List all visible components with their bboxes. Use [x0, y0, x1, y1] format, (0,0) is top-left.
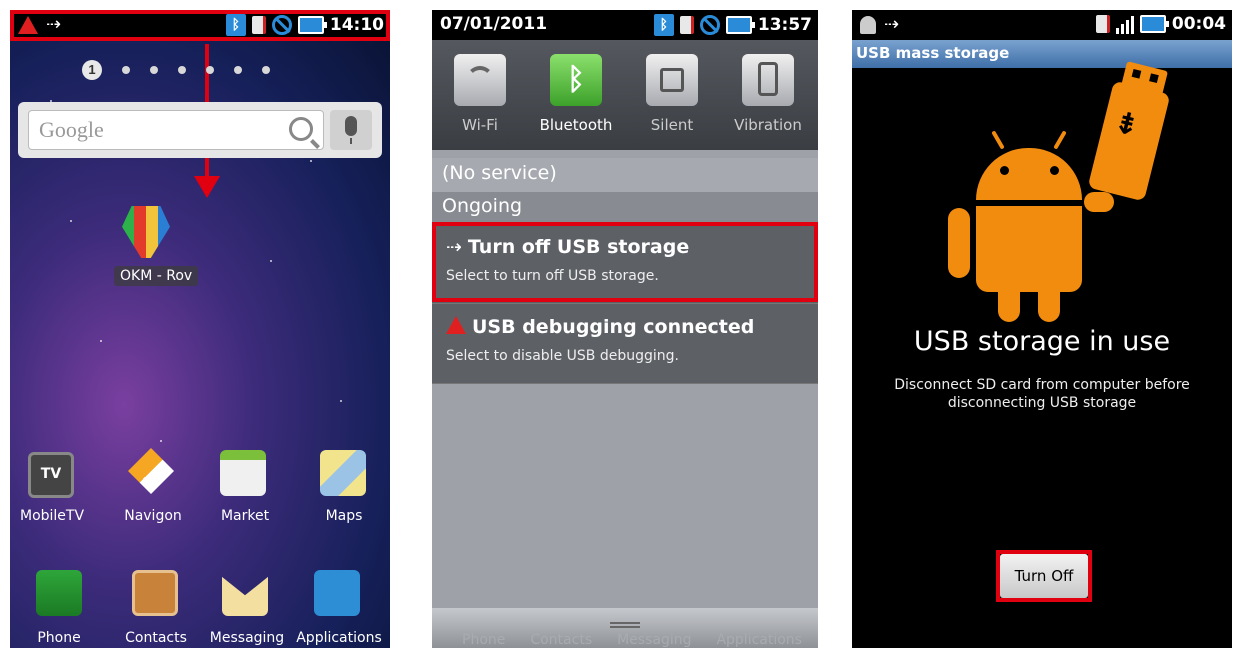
app-label-mobiletv[interactable]: MobileTV [20, 508, 84, 524]
battery-icon [297, 16, 327, 34]
market-icon[interactable] [220, 450, 266, 496]
shade-handle-bar[interactable]: Phone Contacts Messaging Applications [432, 608, 818, 648]
notification-title-text: Turn off USB storage [467, 236, 690, 258]
notification-title-text: USB debugging connected [472, 316, 755, 338]
drag-handle-icon[interactable] [610, 622, 640, 628]
status-time: 14:10 [329, 15, 384, 35]
search-placeholder: Google [39, 117, 104, 142]
notification-title: USB debugging connected [446, 316, 754, 338]
arrow-head-icon [194, 176, 220, 198]
quick-setting-wifi[interactable]: Wi-Fi [432, 54, 528, 144]
quick-setting-vibration[interactable]: Vibration [720, 54, 816, 144]
page-dot[interactable] [234, 66, 242, 74]
bluetooth-label: Bluetooth [539, 116, 613, 134]
page-title: USB mass storage [852, 40, 1232, 68]
carrier-status: (No service) [432, 158, 818, 192]
usb-icon: ⇢ [446, 236, 462, 258]
google-search-widget[interactable]: Google [18, 102, 382, 158]
microphone-icon [345, 116, 357, 144]
ghost-label-contacts: Contacts [530, 632, 593, 648]
ghost-label-applications: Applications [716, 632, 802, 648]
ongoing-header: Ongoing [432, 192, 818, 224]
turn-off-button[interactable]: Turn Off [1000, 554, 1088, 598]
notification-title: ⇢ Turn off USB storage [446, 236, 689, 258]
bluetooth-icon: ᛒ [225, 14, 246, 36]
usb-plug-icon: ⇟ [1087, 61, 1171, 202]
app-label-maps[interactable]: Maps [316, 508, 372, 524]
search-input[interactable]: Google [28, 110, 324, 150]
applications-icon[interactable] [314, 570, 360, 616]
wifi-toggle[interactable] [454, 54, 506, 106]
status-date: 07/01/2011 [440, 14, 548, 34]
notification-usb-storage[interactable]: ⇢ Turn off USB storage Select to turn off… [432, 224, 818, 304]
battery-icon [1139, 15, 1169, 33]
warning-icon [18, 16, 38, 34]
page-dot[interactable] [262, 66, 270, 74]
usb-storage-headline: USB storage in use [913, 326, 1171, 357]
page-indicator-active[interactable]: 1 [82, 60, 102, 80]
silent-label: Silent [650, 116, 694, 134]
page-dot[interactable] [122, 66, 130, 74]
usb-icon: ⇢ [46, 14, 62, 35]
app-label-messaging[interactable]: Messaging [206, 630, 288, 646]
notification-usb-debugging[interactable]: USB debugging connected Select to disabl… [432, 304, 818, 384]
app-label-contacts[interactable]: Contacts [118, 630, 194, 646]
android-robot-icon [948, 130, 1090, 322]
usb-cable-icon [1084, 192, 1114, 212]
status-bar[interactable]: ⇢ ᛒ 14:10 [10, 10, 390, 40]
usb-mass-storage-screen: ⇢ 00:04 USB mass storage ⇟ USB storage i… [852, 10, 1232, 648]
wifi-label: Wi-Fi [462, 116, 498, 134]
sim-icon [679, 16, 694, 34]
page-dot[interactable] [206, 66, 214, 74]
battery-icon [725, 16, 755, 34]
contacts-icon[interactable] [132, 570, 178, 616]
sim-icon [251, 16, 266, 34]
phone-icon[interactable] [36, 570, 82, 616]
notification-subtitle: Select to turn off USB storage. [446, 268, 659, 284]
wifi-icon [466, 66, 494, 94]
app-label-navigon[interactable]: Navigon [118, 508, 188, 524]
vibration-toggle[interactable] [742, 54, 794, 106]
tv-icon-text: TV [40, 466, 62, 482]
app-label-phone[interactable]: Phone [26, 630, 92, 646]
vibration-icon [758, 62, 778, 96]
status-time: 13:57 [757, 15, 812, 35]
ghost-dock-labels: Phone Contacts Messaging Applications [462, 632, 802, 648]
status-bar: ⇢ 00:04 [852, 10, 1232, 40]
sim-icon [1095, 15, 1110, 33]
app-label-market[interactable]: Market [210, 508, 280, 524]
search-icon[interactable] [289, 117, 313, 141]
page-indicator[interactable]: 1 [82, 60, 270, 80]
notification-subtitle: Select to disable USB debugging. [446, 348, 679, 364]
app-label-applications[interactable]: Applications [290, 630, 388, 646]
mobiletv-icon[interactable]: TV [28, 452, 74, 498]
notification-shade: 07/01/2011 ᛒ 13:57 Wi-Fi ᛒ Bluetooth Sil… [432, 10, 818, 648]
no-entry-icon [271, 15, 292, 35]
warning-icon [446, 316, 466, 334]
bluetooth-icon: ᛒ [653, 14, 674, 36]
ghost-label-phone: Phone [462, 632, 506, 648]
bluetooth-toggle[interactable]: ᛒ [550, 54, 602, 106]
home-screen: ⇢ ᛒ 14:10 1 Google OKM - Rov TV MobileTV… [10, 10, 390, 648]
silent-toggle[interactable] [646, 54, 698, 106]
android-debug-icon [860, 16, 876, 34]
maps-icon[interactable] [320, 450, 366, 496]
quick-setting-silent[interactable]: Silent [624, 54, 720, 144]
quick-setting-bluetooth[interactable]: ᛒ Bluetooth [528, 54, 624, 144]
bluetooth-icon: ᛒ [567, 62, 585, 97]
no-entry-icon [699, 15, 720, 35]
usb-icon: ⇢ [884, 14, 900, 35]
status-bar: 07/01/2011 ᛒ 13:57 [432, 10, 818, 40]
status-time: 00:04 [1171, 14, 1226, 34]
ghost-label-messaging: Messaging [617, 632, 692, 648]
usb-storage-description: Disconnect SD card from computer before … [894, 377, 1190, 411]
page-dot[interactable] [178, 66, 186, 74]
signal-icon [1115, 14, 1134, 34]
speaker-mute-icon [660, 68, 684, 92]
quick-settings-bar: Wi-Fi ᛒ Bluetooth Silent Vibration [432, 40, 818, 150]
voice-search-button[interactable] [330, 110, 372, 150]
page-dot[interactable] [150, 66, 158, 74]
vibration-label: Vibration [734, 116, 802, 134]
okm-app-label[interactable]: OKM - Rov [114, 266, 198, 286]
